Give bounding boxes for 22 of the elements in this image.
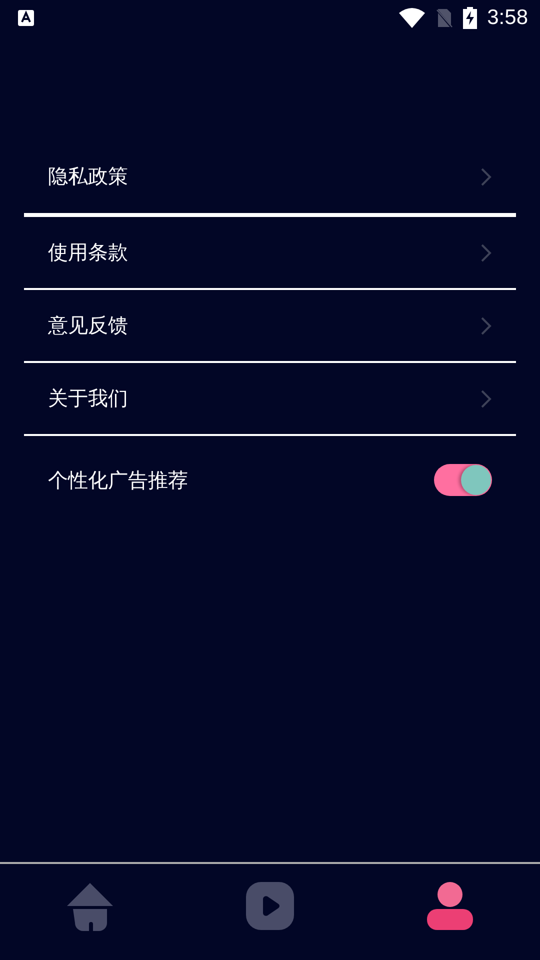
home-icon — [65, 882, 115, 932]
settings-row[interactable]: 使用条款 — [24, 217, 516, 290]
settings-row[interactable]: 关于我们 — [24, 363, 516, 436]
wifi-icon — [399, 8, 426, 28]
row-label: 意见反馈 — [48, 312, 129, 339]
row-label: 个性化广告推荐 — [48, 466, 189, 494]
chevron-right-icon — [480, 242, 492, 262]
keyboard-icon — [18, 10, 34, 26]
person-icon — [426, 882, 474, 930]
settings-row[interactable]: 隐私政策 — [24, 140, 516, 217]
chevron-right-icon — [480, 316, 492, 336]
status-time: 3:58 — [487, 6, 528, 30]
row-label: 关于我们 — [48, 385, 129, 412]
play-icon — [246, 882, 294, 930]
no-sim-icon — [435, 8, 454, 28]
settings-row[interactable]: 意见反馈 — [24, 290, 516, 363]
chevron-right-icon — [480, 166, 492, 186]
toggle-switch[interactable] — [434, 464, 492, 496]
row-label: 隐私政策 — [48, 163, 129, 190]
battery-charging-icon — [463, 7, 478, 29]
row-label: 使用条款 — [48, 239, 129, 266]
chevron-right-icon — [480, 388, 492, 408]
